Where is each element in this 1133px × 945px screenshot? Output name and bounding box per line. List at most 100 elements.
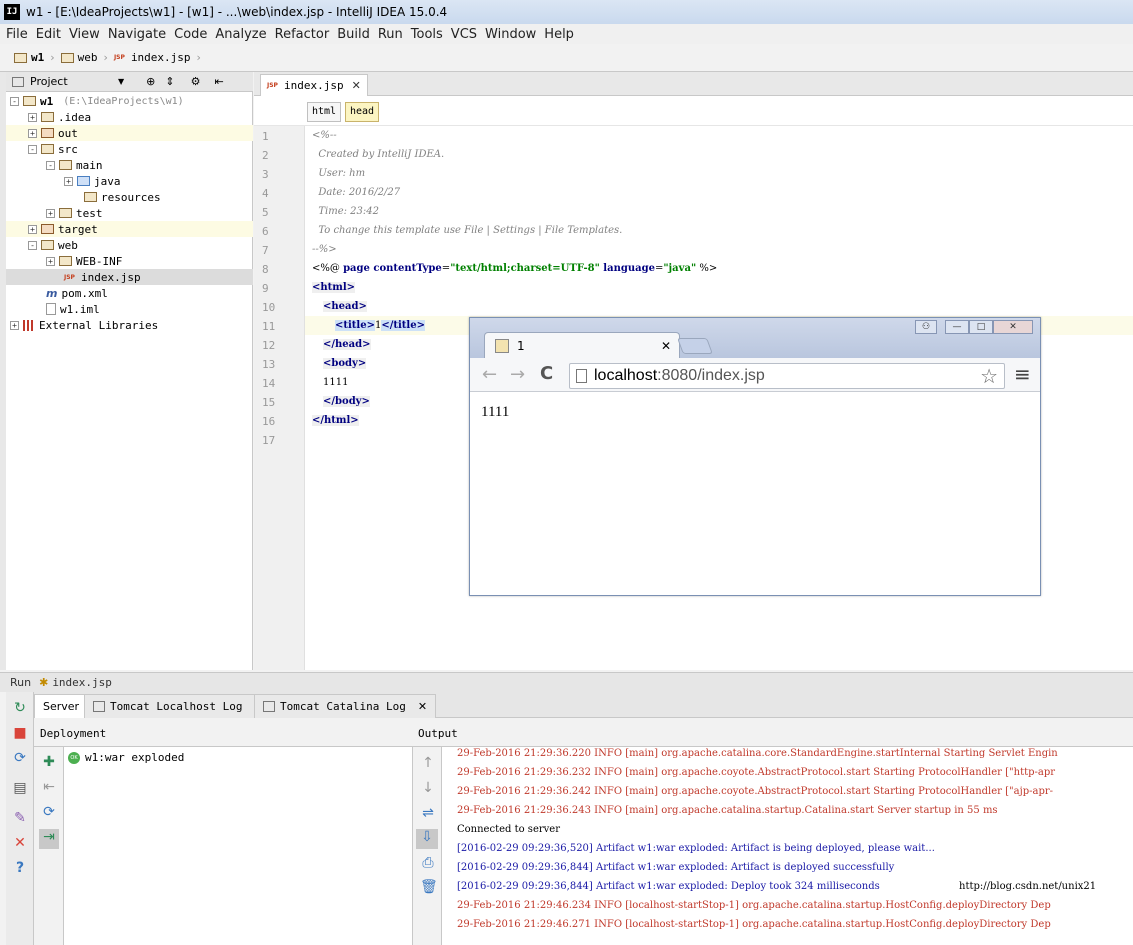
tree-node-java[interactable]: + java xyxy=(6,173,253,189)
nav-crumb-web[interactable]: web › xyxy=(60,51,108,64)
tab-tomcat-localhost-log[interactable]: Tomcat Localhost Log ✕ xyxy=(84,694,273,718)
print-icon[interactable]: ⎙ xyxy=(420,855,436,871)
arrow-up-icon[interactable]: ↑ xyxy=(420,755,436,771)
deployment-header: Deployment xyxy=(34,719,414,747)
intellij-logo-icon: IJ xyxy=(4,4,20,20)
close-window-icon[interactable]: ✕ xyxy=(993,320,1033,334)
menu-build[interactable]: Build xyxy=(337,27,370,42)
close-tab-icon[interactable]: ✕ xyxy=(661,339,671,353)
soft-wrap-icon[interactable]: ⇌ xyxy=(420,805,436,821)
expand-icon[interactable]: + xyxy=(46,208,55,218)
tree-node-idea[interactable]: + .idea xyxy=(6,109,253,125)
back-icon[interactable]: ← xyxy=(482,364,497,385)
tree-node-pom[interactable]: m pom.xml xyxy=(6,285,253,301)
collapse-icon[interactable]: - xyxy=(46,160,55,170)
output-console[interactable]: 29-Feb-2016 21:29:36.220 INFO [main] org… xyxy=(442,747,1133,945)
pin-icon[interactable]: ✎ xyxy=(12,810,28,826)
nav-crumb-project[interactable]: w1 › xyxy=(14,51,55,64)
dropdown-arrow-icon[interactable]: ▼ xyxy=(118,77,124,86)
breadcrumb-head[interactable]: head xyxy=(345,102,380,122)
maximize-icon[interactable]: □ xyxy=(969,320,993,334)
expand-icon[interactable]: + xyxy=(46,256,55,266)
forward-icon[interactable]: → xyxy=(510,364,525,385)
tree-node-w1[interactable]: - w1 (E:\IdeaProjects\w1) xyxy=(6,93,253,109)
menu-file[interactable]: File xyxy=(6,27,28,42)
stop-icon[interactable]: ■ xyxy=(12,725,28,741)
scroll-to-end-icon[interactable]: ⇩ xyxy=(416,829,438,849)
rerun-icon[interactable]: ↻ xyxy=(12,700,28,716)
expand-icon[interactable]: + xyxy=(28,112,37,122)
hide-panel-icon[interactable]: ⇤ xyxy=(214,75,223,88)
layout-icon[interactable]: ▤ xyxy=(12,780,28,796)
menu-help[interactable]: Help xyxy=(544,27,574,42)
expand-icon[interactable]: + xyxy=(64,176,73,186)
line-number: 12 xyxy=(262,339,276,352)
collapse-icon[interactable]: - xyxy=(28,240,37,250)
deploy-icon[interactable]: ✚ xyxy=(41,754,57,770)
clear-all-icon[interactable]: 🗑 xyxy=(420,879,438,895)
editor-tab-index-jsp[interactable]: JSP index.jsp ✕ xyxy=(260,74,368,96)
menu-code[interactable]: Code xyxy=(174,27,207,42)
user-icon[interactable]: ⚇ xyxy=(915,320,937,334)
code-line-14: 1111 xyxy=(323,377,349,388)
tree-node-resources[interactable]: resources xyxy=(6,189,253,205)
gear-icon[interactable]: ⚙ xyxy=(191,75,201,88)
browser-menu-icon[interactable]: ≡ xyxy=(1014,362,1031,386)
bookmark-star-icon[interactable]: ☆ xyxy=(980,364,998,389)
help-icon[interactable]: ? xyxy=(12,860,28,876)
collapse-icon[interactable]: - xyxy=(10,96,19,106)
tab-tomcat-catalina-log[interactable]: Tomcat Catalina Log ✕ xyxy=(254,694,437,718)
menu-tools[interactable]: Tools xyxy=(411,27,443,42)
deployment-toolbar: ✚ ⇤ ⟳ ⇥ xyxy=(34,747,64,945)
tree-node-src[interactable]: - src xyxy=(6,141,253,157)
update-icon[interactable]: ⟳ xyxy=(12,750,28,766)
code-line-15: </body> xyxy=(323,392,370,411)
browser-tab[interactable]: 1 ✕ xyxy=(484,332,680,358)
chevron-right-icon: › xyxy=(103,51,108,64)
tab-server[interactable]: Server xyxy=(34,694,89,718)
folder-icon xyxy=(59,160,72,170)
arrow-down-icon[interactable]: ↓ xyxy=(420,780,436,796)
tree-node-out[interactable]: + out xyxy=(6,125,253,141)
tree-node-external-libraries[interactable]: + External Libraries xyxy=(6,317,253,333)
menu-refactor[interactable]: Refactor xyxy=(275,27,330,42)
close-icon[interactable]: ✕ xyxy=(352,79,361,92)
nav-crumb-file[interactable]: JSP index.jsp › xyxy=(114,51,201,64)
menu-analyze[interactable]: Analyze xyxy=(215,27,266,42)
menu-vcs[interactable]: VCS xyxy=(451,27,477,42)
tree-node-test[interactable]: + test xyxy=(6,205,253,221)
reload-icon[interactable]: C xyxy=(540,363,553,384)
tree-node-iml[interactable]: w1.iml xyxy=(6,301,253,317)
collapse-all-icon[interactable]: ⇕ xyxy=(165,75,174,88)
module-icon xyxy=(23,96,36,106)
tree-node-index-jsp[interactable]: JSP index.jsp xyxy=(6,269,253,285)
address-bar[interactable]: localhost:8080/index.jsp ☆ xyxy=(569,363,1005,389)
menu-edit[interactable]: Edit xyxy=(36,27,61,42)
menu-run[interactable]: Run xyxy=(378,27,403,42)
tree-node-target[interactable]: + target xyxy=(6,221,253,237)
expand-icon[interactable]: + xyxy=(10,320,19,330)
project-view-selector[interactable]: Project xyxy=(30,75,110,88)
expand-icon[interactable]: + xyxy=(28,224,37,234)
collapse-icon[interactable]: - xyxy=(28,144,37,154)
menu-window[interactable]: Window xyxy=(485,27,536,42)
close-tab-icon[interactable]: ✕ xyxy=(418,700,427,713)
menu-navigate[interactable]: Navigate xyxy=(108,27,166,42)
breadcrumb-html[interactable]: html xyxy=(307,102,342,122)
tree-node-web[interactable]: - web xyxy=(6,237,253,253)
tree-node-web-inf[interactable]: + WEB-INF xyxy=(6,253,253,269)
scroll-from-source-icon[interactable]: ⊕ xyxy=(146,75,155,88)
tree-node-main[interactable]: - main xyxy=(6,157,253,173)
line-number: 1 xyxy=(262,130,269,143)
menu-bar: File Edit View Navigate Code Analyze Ref… xyxy=(0,24,1133,44)
deployment-item[interactable]: OK w1:war exploded xyxy=(68,751,184,764)
artifact-icon[interactable]: ⇥ xyxy=(39,829,59,849)
minimize-icon[interactable]: — xyxy=(945,320,969,334)
undeploy-icon[interactable]: ⇤ xyxy=(41,779,57,795)
menu-view[interactable]: View xyxy=(69,27,100,42)
expand-icon[interactable]: + xyxy=(28,128,37,138)
redeploy-icon[interactable]: ⟳ xyxy=(41,804,57,820)
close-icon[interactable]: ✕ xyxy=(12,835,28,851)
output-header-label: Output xyxy=(418,727,458,740)
new-tab-button[interactable] xyxy=(677,338,713,354)
